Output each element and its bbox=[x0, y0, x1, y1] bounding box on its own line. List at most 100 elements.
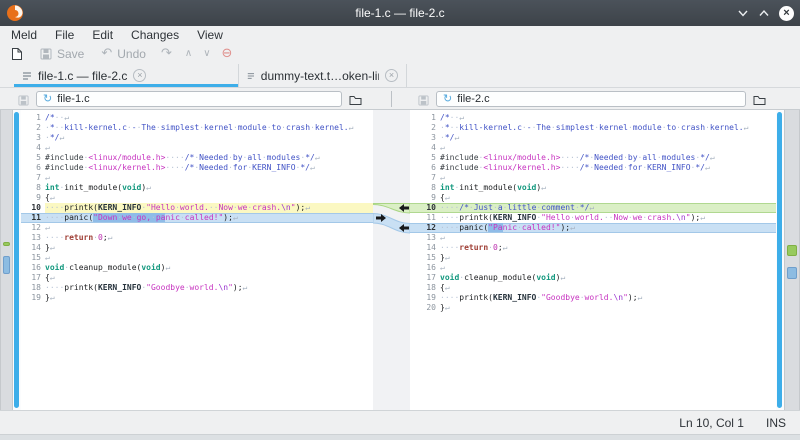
titlebar[interactable]: file-1.c — file-2.c × bbox=[0, 0, 800, 26]
code-line[interactable]: 17{↵ bbox=[21, 273, 373, 283]
code-line[interactable]: 12····panic("Panic·called!");↵ bbox=[410, 223, 776, 233]
code-line[interactable]: 9{↵ bbox=[410, 193, 776, 203]
maximize-button[interactable] bbox=[758, 8, 770, 18]
code-line[interactable]: 4↵ bbox=[410, 143, 776, 153]
minimize-button[interactable] bbox=[737, 8, 749, 18]
reload-icon: ↻ bbox=[443, 93, 452, 105]
line-number: 14 bbox=[410, 243, 440, 253]
code-text: ↵ bbox=[440, 143, 776, 153]
code-line[interactable]: 12↵ bbox=[21, 223, 373, 233]
code-line[interactable]: 5#include·<linux/module.h>····/*·Needed·… bbox=[410, 153, 776, 163]
code-text: ↵ bbox=[440, 233, 776, 243]
tab-close-icon[interactable]: × bbox=[133, 69, 146, 82]
code-line[interactable]: 11····panic("Down·we·go,·panic·called!")… bbox=[21, 213, 373, 223]
code-line[interactable]: 18····printk(KERN_INFO·"Goodbye·world.\n… bbox=[21, 283, 373, 293]
code-line[interactable]: 6#include·<linux/kernel.h>····/*·Needed·… bbox=[21, 163, 373, 173]
menu-changes[interactable]: Changes bbox=[122, 28, 188, 42]
save-button[interactable]: Save bbox=[40, 47, 84, 61]
right-scrollbar-thumb[interactable] bbox=[777, 112, 782, 408]
left-open-folder-button[interactable] bbox=[349, 93, 362, 111]
remove-change-button[interactable]: ⊖ bbox=[222, 47, 233, 61]
code-text: }↵ bbox=[440, 303, 776, 313]
menu-meld[interactable]: Meld bbox=[2, 28, 46, 42]
code-line[interactable]: 3·*/↵ bbox=[21, 133, 373, 143]
code-line[interactable]: 16↵ bbox=[410, 263, 776, 273]
code-line[interactable]: 15}↵ bbox=[410, 253, 776, 263]
code-text: #include·<linux/module.h>····/*·Needed·b… bbox=[440, 153, 776, 163]
previous-change-button[interactable]: ∧ bbox=[185, 47, 192, 61]
header-separator bbox=[391, 91, 392, 107]
code-text: }↵ bbox=[45, 293, 373, 303]
tab-dummy-text[interactable]: dummy-text.t…oken-lines.txt × bbox=[239, 64, 407, 87]
line-number: 1 bbox=[21, 113, 45, 123]
undo-label: Undo bbox=[117, 47, 146, 61]
code-line[interactable]: 10····printk(KERN_INFO·"Hello·world.··No… bbox=[21, 203, 373, 213]
menu-edit[interactable]: Edit bbox=[83, 28, 122, 42]
code-line[interactable]: 7↵ bbox=[410, 173, 776, 183]
new-file-icon bbox=[11, 47, 23, 61]
menu-view[interactable]: View bbox=[188, 28, 232, 42]
menu-file[interactable]: File bbox=[46, 28, 83, 42]
change-chunk-mark bbox=[3, 256, 10, 274]
code-line[interactable]: 9{↵ bbox=[21, 193, 373, 203]
code-line[interactable]: 1/*··↵ bbox=[21, 113, 373, 123]
code-line[interactable]: 11····printk(KERN_INFO·"Hello·world.··No… bbox=[410, 213, 776, 223]
code-text: }↵ bbox=[440, 253, 776, 263]
code-line[interactable]: 18{↵ bbox=[410, 283, 776, 293]
line-number: 6 bbox=[410, 163, 440, 173]
code-line[interactable]: 6#include·<linux/kernel.h>····/*·Needed·… bbox=[410, 163, 776, 173]
code-line[interactable]: 17void·cleanup_module(void)↵ bbox=[410, 273, 776, 283]
code-line[interactable]: 3·*/↵ bbox=[410, 133, 776, 143]
code-line[interactable]: 7↵ bbox=[21, 173, 373, 183]
code-line[interactable]: 14}↵ bbox=[21, 243, 373, 253]
tab-label: dummy-text.t…oken-lines.txt bbox=[261, 69, 379, 83]
push-change-left-arrow[interactable] bbox=[398, 223, 410, 233]
left-diff-map[interactable] bbox=[0, 110, 13, 410]
save-label: Save bbox=[57, 47, 84, 61]
code-text: ····return·0;↵ bbox=[440, 243, 776, 253]
left-filename-field[interactable]: ↻ file-1.c bbox=[36, 91, 342, 107]
code-line[interactable]: 19····printk(KERN_INFO·"Goodbye·world.\n… bbox=[410, 293, 776, 303]
line-number: 10 bbox=[410, 203, 440, 213]
code-line[interactable]: 5#include·<linux/module.h>····/*·Needed·… bbox=[21, 153, 373, 163]
left-scrollbar-track[interactable] bbox=[13, 110, 21, 410]
right-filename-field[interactable]: ↻ file-2.c bbox=[436, 91, 746, 107]
next-change-button[interactable]: ∨ bbox=[203, 47, 210, 61]
code-line[interactable]: 13↵ bbox=[410, 233, 776, 243]
code-line[interactable]: 2·*··kill-kernel.c·-·The·simplest·kernel… bbox=[410, 123, 776, 133]
meld-window: file-1.c — file-2.c × Meld File Edit Cha… bbox=[0, 0, 800, 440]
code-line[interactable]: 4↵ bbox=[21, 143, 373, 153]
push-comment-left-arrow[interactable] bbox=[398, 203, 410, 213]
code-line[interactable]: 10····/*·Just·a·little·comment·*/↵ bbox=[410, 203, 776, 213]
code-line[interactable]: 2·*··kill-kernel.c·-·The·simplest·kernel… bbox=[21, 123, 373, 133]
right-scrollbar-track[interactable] bbox=[776, 110, 784, 410]
code-line[interactable]: 8int·init_module(void)↵ bbox=[21, 183, 373, 193]
right-open-folder-button[interactable] bbox=[753, 93, 766, 111]
code-line[interactable]: 8int·init_module(void)↵ bbox=[410, 183, 776, 193]
left-scrollbar-thumb[interactable] bbox=[14, 112, 19, 408]
code-line[interactable]: 1/*··↵ bbox=[410, 113, 776, 123]
redo-button[interactable]: ↷ bbox=[161, 47, 172, 61]
line-number: 1 bbox=[410, 113, 440, 123]
code-line[interactable]: 16void·cleanup_module(void)↵ bbox=[21, 263, 373, 273]
tab-close-icon[interactable]: × bbox=[385, 69, 398, 82]
code-text: ····panic("Panic·called!");↵ bbox=[440, 223, 776, 233]
tab-file-comparison[interactable]: file-1.c — file-2.c × bbox=[14, 64, 239, 87]
line-number: 19 bbox=[410, 293, 440, 303]
left-file-save-indicator bbox=[18, 93, 29, 111]
code-line[interactable]: 20}↵ bbox=[410, 303, 776, 313]
code-line[interactable]: 13····return·0;↵ bbox=[21, 233, 373, 243]
right-code-pane[interactable]: 1/*··↵2·*··kill-kernel.c·-·The·simplest·… bbox=[410, 110, 776, 410]
left-code-pane[interactable]: 1/*··↵2·*··kill-kernel.c·-·The·simplest·… bbox=[21, 110, 373, 410]
code-text: {↵ bbox=[440, 283, 776, 293]
new-comparison-button[interactable] bbox=[11, 47, 23, 61]
line-number: 12 bbox=[21, 223, 45, 233]
code-line[interactable]: 19}↵ bbox=[21, 293, 373, 303]
code-line[interactable]: 15↵ bbox=[21, 253, 373, 263]
right-diff-map[interactable] bbox=[784, 110, 800, 410]
line-number: 16 bbox=[21, 263, 45, 273]
undo-button[interactable]: ↶ Undo bbox=[101, 47, 146, 61]
push-change-right-arrow[interactable] bbox=[375, 213, 387, 223]
code-line[interactable]: 14····return·0;↵ bbox=[410, 243, 776, 253]
close-button[interactable]: × bbox=[779, 6, 794, 21]
